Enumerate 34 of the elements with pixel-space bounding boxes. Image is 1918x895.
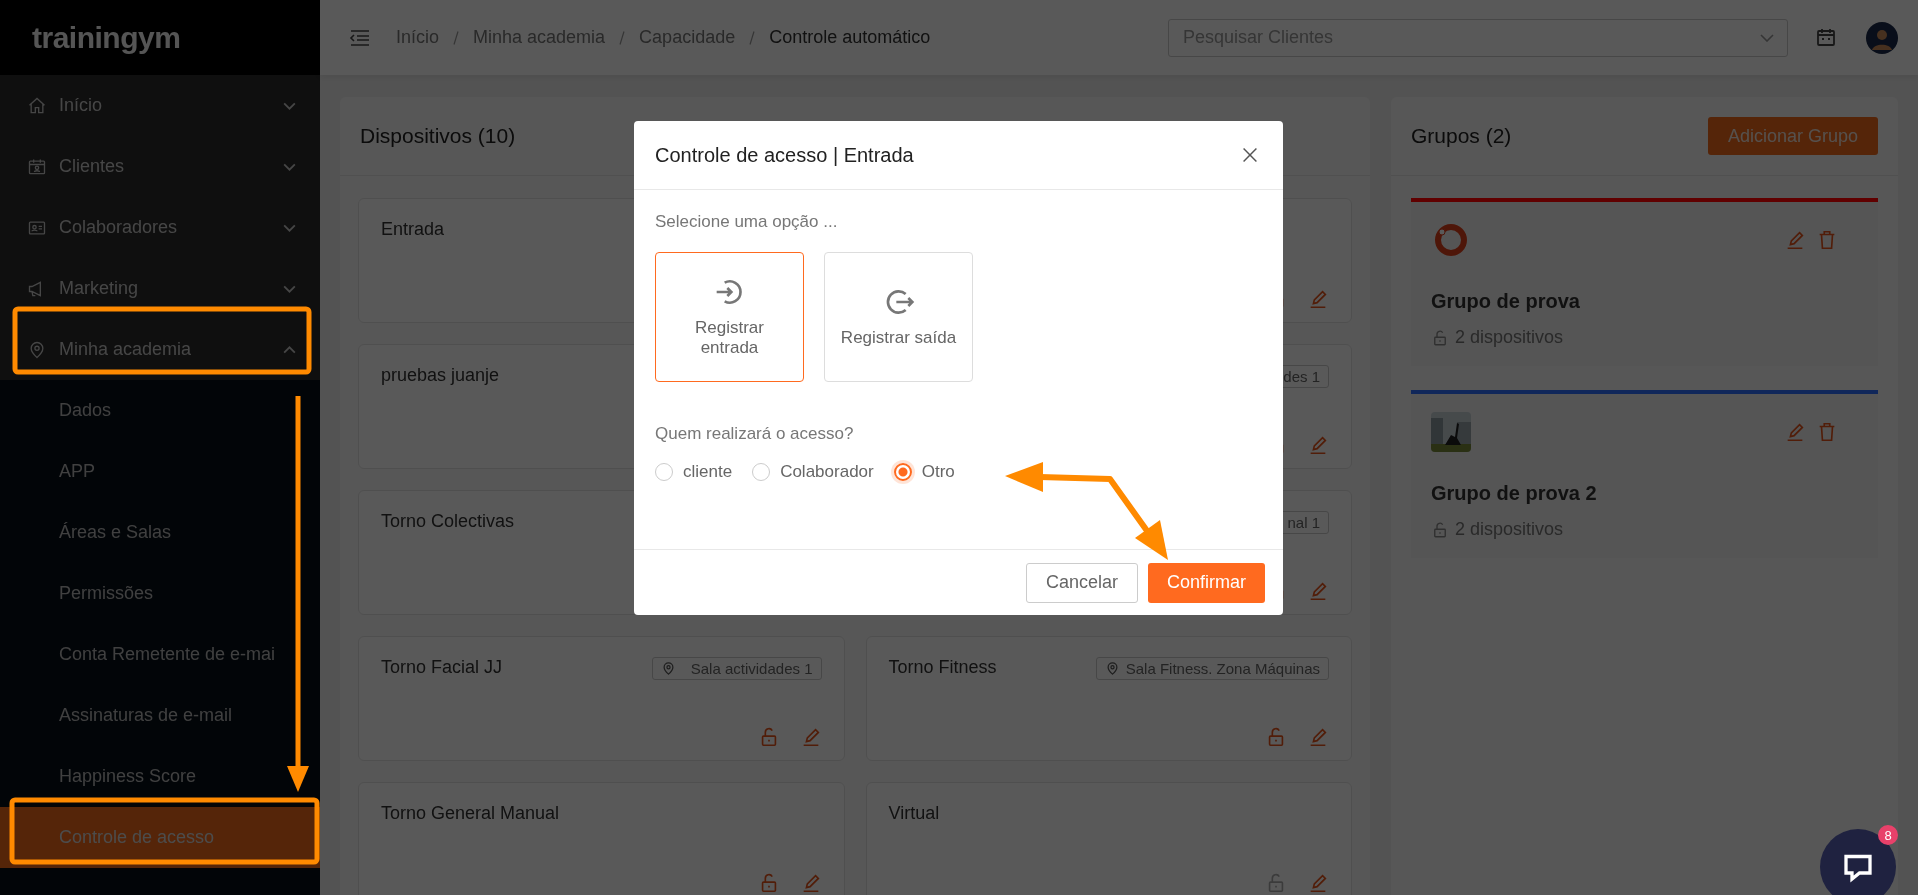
radio-option[interactable]: Otro bbox=[893, 462, 955, 482]
confirm-button[interactable]: Confirmar bbox=[1148, 562, 1265, 603]
group-name: Grupo de prova 2 bbox=[1431, 482, 1598, 505]
option-tile[interactable]: Registrar entrada bbox=[655, 252, 804, 382]
logo: trainingym bbox=[32, 20, 181, 55]
device-name: Torno Fitness bbox=[888, 657, 997, 678]
cancel-button[interactable]: Cancelar bbox=[1025, 562, 1138, 603]
breadcrumb-separator bbox=[619, 30, 626, 45]
breadcrumb-item: Controle automático bbox=[769, 27, 931, 48]
device-name: Torno Facial JJ bbox=[381, 657, 503, 678]
prompt-text: Selecione uma opção ... bbox=[655, 212, 839, 232]
question-text: Quem realizará o acesso? bbox=[655, 424, 855, 444]
home-icon bbox=[27, 95, 47, 116]
device-name: pruebas juanje bbox=[381, 365, 500, 386]
lock-icon bbox=[1431, 520, 1449, 539]
radio-option[interactable]: Colaborador bbox=[752, 462, 874, 482]
group-name: Grupo de prova bbox=[1431, 290, 1581, 313]
device-name: Entrada bbox=[381, 219, 445, 240]
dialog-title: Controle de acesso | Entrada bbox=[655, 143, 914, 167]
panel-title: Dispositivos (10) bbox=[360, 124, 516, 148]
device-name: Torno General Manual bbox=[381, 803, 560, 824]
device-name: Torno Colectivas bbox=[381, 511, 515, 532]
breadcrumb-separator bbox=[749, 30, 756, 45]
breadcrumb-separator bbox=[453, 30, 460, 45]
lock-icon bbox=[1431, 328, 1449, 347]
add-group-button[interactable]: Adicionar Grupo bbox=[1707, 117, 1878, 155]
option-tile[interactable]: Registrar saída bbox=[824, 252, 973, 382]
radio-option[interactable]: cliente bbox=[655, 462, 733, 482]
device-name: Virtual bbox=[888, 803, 940, 824]
avatar-icon[interactable] bbox=[1866, 21, 1898, 54]
chevron-down-icon bbox=[1760, 33, 1774, 42]
submenu-item[interactable]: Controle de acesso bbox=[0, 807, 320, 868]
radio-button[interactable] bbox=[893, 463, 912, 481]
panel-title: Grupos (2) bbox=[1411, 124, 1512, 148]
